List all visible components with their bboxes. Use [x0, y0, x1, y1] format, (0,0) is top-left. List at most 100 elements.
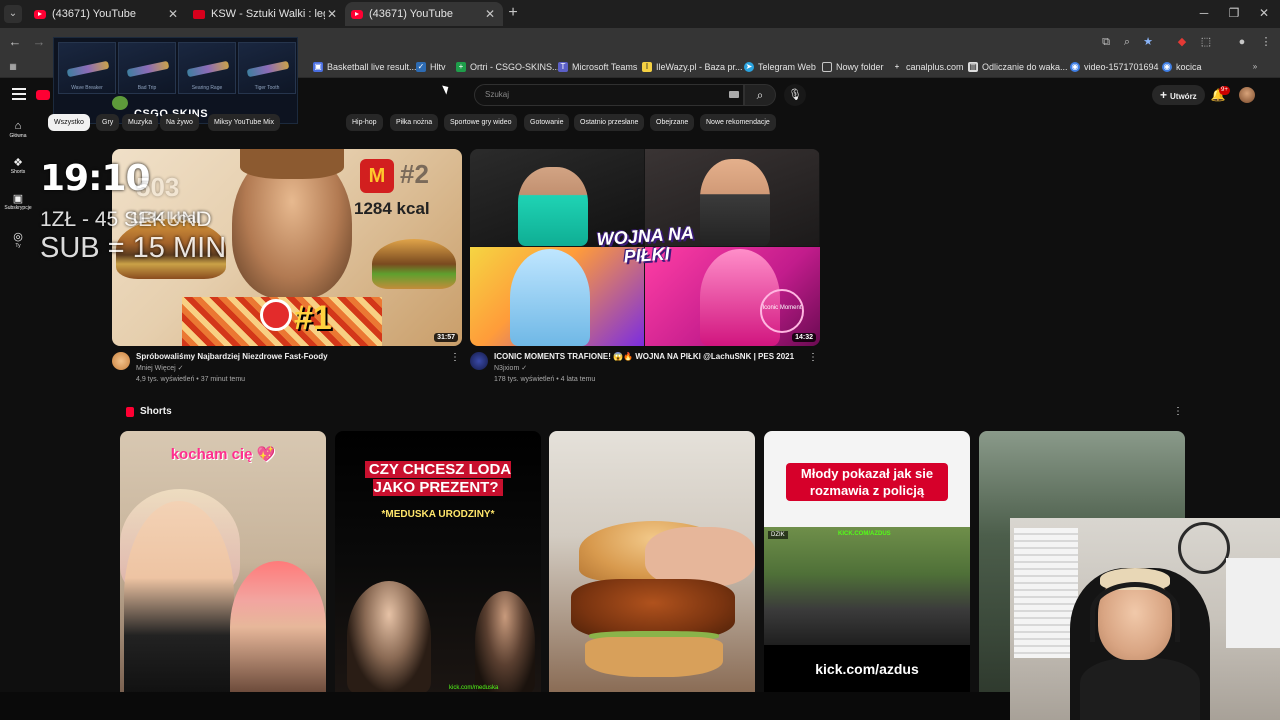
notification-count-badge: 9+	[1219, 86, 1230, 95]
pizza-hut-logo	[260, 299, 292, 331]
close-tab-icon[interactable]: ✕	[325, 7, 339, 21]
sidebar-item-you[interactable]: ◎ Ty	[0, 230, 36, 249]
chip-football[interactable]: Piłka nożna	[390, 114, 439, 131]
person-boy	[230, 561, 326, 693]
shelf	[1226, 558, 1280, 648]
back-icon[interactable]: ←	[6, 33, 24, 51]
search-button[interactable]: ⌕	[744, 84, 776, 106]
kick-watermark: kick.com/meduska	[449, 685, 499, 691]
short-card[interactable]	[549, 431, 755, 693]
sidebar-item-subscriptions[interactable]: ▣ Subskrypcje	[0, 192, 36, 211]
sidebar-item-shorts[interactable]: ❖ Shorts	[0, 156, 36, 175]
you-icon: ◎	[13, 231, 23, 243]
bookmark-label: Telegram Web	[758, 62, 816, 72]
zoom-icon[interactable]: ⌕	[1119, 34, 1135, 50]
apps-grid-icon[interactable]: ▦	[8, 60, 22, 74]
close-tab-icon[interactable]: ✕	[166, 7, 180, 21]
person-man	[475, 591, 535, 693]
player-one	[518, 167, 588, 246]
bookmark-teams[interactable]: T Microsoft Teams	[558, 60, 637, 74]
video-card[interactable]: WOJNA NA PIŁKI Iconic Moment 14:32 ICONI…	[470, 149, 820, 394]
browser-tab-ksw[interactable]: KSW - Sztuki Walki : legalny bu ✕	[187, 2, 345, 26]
close-window-button[interactable]: ✕	[1252, 4, 1276, 22]
short-subcaption: *MEDUSKA URODZINY*	[381, 509, 495, 520]
chip-watched[interactable]: Obejrzane	[650, 114, 695, 131]
chip-all[interactable]: Wszystko	[48, 114, 90, 131]
tab-title: KSW - Sztuki Walki : legalny bu	[211, 8, 325, 20]
short-card[interactable]: Młody pokazał jak sie rozmawia z policją…	[764, 431, 970, 693]
menu-dots-icon[interactable]: ⋮	[1258, 34, 1274, 50]
extension-icon[interactable]: ◆	[1174, 34, 1190, 50]
burger-bun-bottom	[585, 637, 723, 677]
account-avatar[interactable]	[1239, 87, 1255, 103]
skin-name: Wave Breaker	[71, 85, 103, 91]
bookmark-telegram[interactable]: ➤ Telegram Web	[744, 60, 816, 74]
microphone-icon: 🎙	[788, 89, 802, 101]
video-meta: ICONIC MOMENTS TRAFIONE! 😱🔥 WOJNA NA PIŁ…	[470, 352, 820, 394]
bookmark-video[interactable]: ◉ video-1571701694	[1070, 60, 1159, 74]
bookmark-hltv[interactable]: ✓ Hltv	[416, 60, 446, 74]
plus-icon: +	[1160, 88, 1168, 102]
shorts-menu-icon[interactable]: ⋮	[1173, 406, 1183, 417]
wall-clock	[1178, 522, 1230, 574]
keyboard-icon[interactable]	[729, 91, 739, 98]
bookmark-label: Hltv	[430, 62, 446, 72]
profile-icon[interactable]: ●	[1234, 34, 1250, 50]
short-card[interactable]: kocham cię 💖	[120, 431, 326, 693]
channel-avatar[interactable]	[112, 352, 130, 370]
thumb-rank-1: #1	[294, 299, 332, 337]
video-menu-icon[interactable]: ⋮	[808, 352, 818, 363]
new-tab-button[interactable]: +	[504, 4, 522, 22]
bookmark-canalplus[interactable]: + canalplus.com	[892, 60, 964, 74]
chip-sports-games[interactable]: Sportowe gry wideo	[444, 114, 518, 131]
bookmark-ortri[interactable]: + Ortri - CSGO-SKINS...	[456, 60, 560, 74]
forward-icon[interactable]: →	[30, 33, 48, 51]
chip-games[interactable]: Gry	[96, 114, 120, 131]
video-thumbnail[interactable]: WOJNA NA PIŁKI Iconic Moment 14:32	[470, 149, 820, 346]
bookmark-folder[interactable]: Nowy folder	[822, 60, 884, 74]
tab-search-button[interactable]: ⌄	[4, 5, 22, 23]
bookmark-ilewazy[interactable]: I IleWazy.pl - Baza pr...	[642, 60, 743, 74]
shorts-logo-icon	[126, 406, 134, 417]
chip-music[interactable]: Muzyka	[122, 114, 159, 131]
verified-icon: ✓	[521, 365, 528, 372]
bookmark-odliczanie[interactable]: ▤ Odliczanie do waka...	[968, 60, 1068, 74]
youtube-logo[interactable]	[36, 90, 50, 100]
install-app-icon[interactable]: ⧉	[1098, 34, 1114, 50]
chip-live[interactable]: Na żywo	[160, 114, 199, 131]
bookmark-basketball[interactable]: ▣ Basketball live result...	[313, 60, 417, 74]
chip-mix[interactable]: Miksy YouTube Mix	[208, 114, 281, 131]
chip-cooking[interactable]: Gotowanie	[524, 114, 570, 131]
more-bookmarks-icon[interactable]: »	[1250, 60, 1264, 74]
search-input[interactable]: Szukaj	[474, 84, 744, 106]
page-icon: ▤	[968, 62, 978, 72]
person-woman	[347, 581, 431, 693]
close-tab-icon[interactable]: ✕	[483, 7, 497, 21]
video-menu-icon[interactable]: ⋮	[450, 352, 460, 363]
maximize-button[interactable]: ❐	[1222, 4, 1246, 22]
browser-tab-youtube-1[interactable]: (43671) YouTube ✕	[28, 2, 186, 26]
channel-name[interactable]: N3jxiom ✓	[494, 364, 527, 372]
extensions-puzzle-icon[interactable]: ⬚	[1198, 34, 1214, 50]
bookmark-kocica[interactable]: ◉ kocica	[1162, 60, 1202, 74]
chip-recent[interactable]: Ostatnio przesłane	[574, 114, 645, 131]
browser-tab-youtube-active[interactable]: (43671) YouTube ✕	[345, 2, 503, 26]
video-title[interactable]: Spróbowaliśmy Najbardziej Niezdrowe Fast…	[136, 352, 328, 361]
chip-new-recommendations[interactable]: Nowe rekomendacje	[700, 114, 776, 131]
voice-search-button[interactable]: 🎙	[784, 84, 806, 106]
video-duration: 31:57	[434, 333, 458, 342]
create-button[interactable]: + Utwórz	[1152, 85, 1205, 105]
channel-name[interactable]: Mniej Więcej ✓	[136, 364, 184, 372]
kick-link-banner: kick.com/azdus	[764, 645, 970, 693]
bookmark-star-icon[interactable]: ★	[1140, 34, 1156, 50]
telegram-icon: ➤	[744, 62, 754, 72]
hand	[645, 527, 755, 587]
sidebar-item-home[interactable]: ⌂ Główna	[0, 120, 36, 139]
video-title[interactable]: ICONIC MOMENTS TRAFIONE! 😱🔥 WOJNA NA PIŁ…	[494, 352, 794, 361]
minimize-button[interactable]: ─	[1192, 4, 1216, 22]
shorts-shelf-header: Shorts	[126, 406, 172, 417]
channel-avatar[interactable]	[470, 352, 488, 370]
hamburger-menu-icon[interactable]	[12, 88, 26, 100]
short-card[interactable]: CZY CHCESZ LODA JAKO PREZENT? *MEDUSKA U…	[335, 431, 541, 693]
chip-hiphop[interactable]: Hip-hop	[346, 114, 383, 131]
